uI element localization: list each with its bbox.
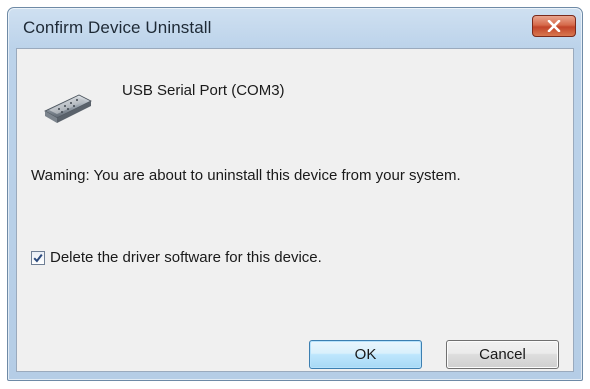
delete-driver-option[interactable]: Delete the driver software for this devi… xyxy=(31,249,322,266)
dialog-window: Confirm Device Uninstall USB Serial Port… xyxy=(7,7,583,381)
delete-driver-checkbox[interactable] xyxy=(31,250,45,265)
checkmark-icon xyxy=(33,253,43,263)
warning-text: Waming: You are about to uninstall this … xyxy=(31,167,461,184)
delete-driver-label: Delete the driver software for this devi… xyxy=(50,249,322,266)
close-button[interactable] xyxy=(532,15,576,37)
cancel-button[interactable]: Cancel xyxy=(446,340,559,369)
serial-port-icon xyxy=(44,94,92,123)
dialog-body: USB Serial Port (COM3) Waming: You are a… xyxy=(16,48,574,372)
ok-button[interactable]: OK xyxy=(309,340,422,369)
close-icon xyxy=(547,20,561,32)
title-bar[interactable]: Confirm Device Uninstall xyxy=(8,8,582,48)
device-name: USB Serial Port (COM3) xyxy=(122,82,285,99)
dialog-title: Confirm Device Uninstall xyxy=(23,18,212,37)
